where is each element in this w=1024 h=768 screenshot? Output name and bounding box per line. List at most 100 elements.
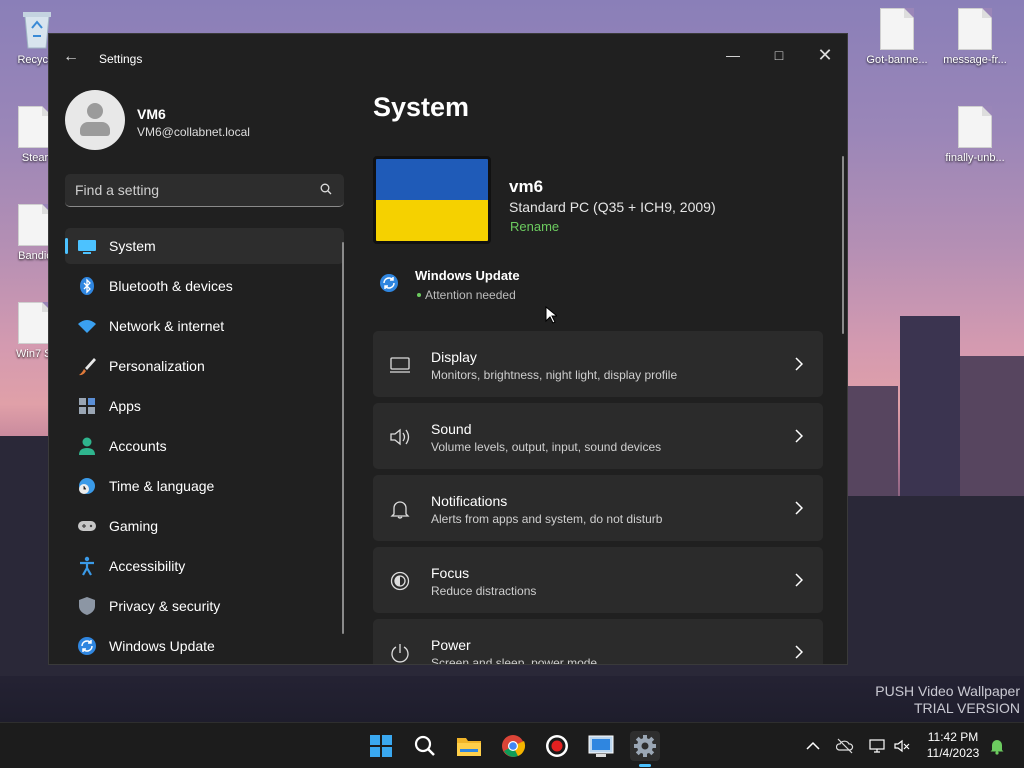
windows-update-title: Windows Update (415, 268, 520, 283)
sidebar-item-label: Gaming (109, 518, 159, 534)
sidebar-item-accounts[interactable]: Accounts (65, 428, 344, 464)
chevron-right-icon (795, 429, 803, 443)
settings-gear-icon (634, 735, 656, 757)
watermark-line: TRIAL VERSION (913, 700, 1020, 716)
start-icon (370, 735, 392, 757)
chevron-right-icon (795, 573, 803, 587)
sidebar-item-label: Personalization (109, 358, 205, 374)
network-icon[interactable] (868, 737, 886, 755)
notifications-card[interactable]: Notifications Alerts from apps and syste… (373, 475, 823, 541)
start-button[interactable] (366, 731, 396, 761)
clock-date: 11/4/2023 (926, 746, 980, 760)
avatar (65, 90, 125, 150)
device-wallpaper-thumbnail (373, 156, 491, 244)
bluetooth-icon (80, 277, 94, 295)
shortcut-icon (18, 204, 52, 246)
record-icon (546, 735, 568, 757)
file-icon (880, 8, 914, 50)
sidebar-item-system[interactable]: System (65, 228, 344, 264)
sidebar-item-label: Accessibility (109, 558, 186, 574)
brush-icon (79, 358, 96, 376)
sidebar-item-label: Bluetooth & devices (109, 278, 233, 294)
speaker-icon (390, 428, 410, 446)
card-subtitle: Monitors, brightness, night light, displ… (431, 368, 678, 382)
windows-update-status[interactable]: Windows Update Attention needed (379, 266, 599, 306)
content-scrollbar[interactable] (842, 156, 844, 334)
onedrive-offline-icon[interactable] (836, 737, 854, 755)
remote-desktop-button[interactable] (586, 731, 616, 761)
file-explorer-button[interactable] (454, 731, 484, 761)
update-icon (78, 637, 96, 655)
power-card[interactable]: Power Screen and sleep, power mode (373, 619, 823, 665)
display-icon (390, 357, 410, 373)
sound-card[interactable]: Sound Volume levels, output, input, soun… (373, 403, 823, 469)
file-icon (958, 8, 992, 50)
desktop-icon-file[interactable]: Got-banne... (862, 8, 932, 66)
wallpaper-watermark: PUSH Video Wallpaper TRIAL VERSION (875, 683, 1020, 717)
sidebar-item-network[interactable]: Network & internet (65, 308, 344, 344)
sidebar-nav: System Bluetooth & devices Network & int… (65, 228, 344, 664)
sidebar-item-windows-update[interactable]: Windows Update (65, 628, 344, 664)
sidebar-item-label: Time & language (109, 478, 215, 494)
main-content: System vm6 Standard PC (Q35 + ICH9, 2009… (373, 34, 847, 665)
sidebar-item-privacy-security[interactable]: Privacy & security (65, 588, 344, 624)
sidebar-item-label: Accounts (109, 438, 167, 454)
sidebar-scrollbar[interactable] (342, 242, 344, 634)
chevron-up-icon[interactable] (804, 737, 822, 755)
sidebar-item-time-language[interactable]: Time & language (65, 468, 344, 504)
card-title: Display (431, 349, 477, 365)
search-box[interactable] (65, 174, 344, 207)
sidebar-item-bluetooth[interactable]: Bluetooth & devices (65, 268, 344, 304)
rename-link[interactable]: Rename (510, 219, 559, 234)
taskbar-search-button[interactable] (410, 731, 440, 761)
focus-card[interactable]: Focus Reduce distractions (373, 547, 823, 613)
window-title: Settings (99, 52, 143, 66)
sidebar-item-label: Apps (109, 398, 141, 414)
chevron-right-icon (795, 357, 803, 371)
system-icon (78, 240, 96, 254)
gamepad-icon (78, 521, 96, 531)
taskbar: 11:42 PM 11/4/2023 (0, 722, 1024, 768)
sidebar-item-accessibility[interactable]: Accessibility (65, 548, 344, 584)
shortcut-icon (18, 302, 52, 344)
chevron-right-icon (795, 645, 803, 659)
accessibility-icon (80, 556, 94, 576)
system-clock[interactable]: 11:42 PM 11/4/2023 (918, 729, 988, 761)
card-subtitle: Screen and sleep, power mode (431, 656, 598, 665)
sidebar-item-personalization[interactable]: Personalization (65, 348, 344, 384)
settings-window: ← Settings — □ ✕ VM6 VM6@collabnet.local… (48, 33, 848, 665)
shield-icon (79, 597, 95, 615)
sidebar-item-label: Privacy & security (109, 598, 221, 614)
card-title: Focus (431, 565, 470, 581)
sidebar-item-gaming[interactable]: Gaming (65, 508, 344, 544)
account-email: VM6@collabnet.local (137, 125, 250, 139)
settings-taskbar-button[interactable] (630, 731, 660, 767)
sidebar-item-label: Windows Update (109, 638, 215, 654)
search-input[interactable] (75, 174, 315, 206)
display-card[interactable]: Display Monitors, brightness, night ligh… (373, 331, 823, 397)
page-title: System (373, 92, 470, 122)
record-button[interactable] (542, 731, 572, 761)
card-title: Sound (431, 421, 472, 437)
notification-bell-icon[interactable] (988, 737, 1006, 755)
card-subtitle: Alerts from apps and system, do not dist… (431, 512, 663, 526)
chrome-button[interactable] (498, 731, 528, 761)
back-arrow-icon[interactable]: ← (63, 48, 79, 66)
device-model: Standard PC (Q35 + ICH9, 2009) (509, 199, 716, 215)
sidebar-item-apps[interactable]: Apps (65, 388, 344, 424)
chrome-icon (502, 735, 526, 757)
shortcut-icon (18, 106, 52, 148)
file-explorer-icon (457, 738, 481, 756)
file-icon (958, 106, 992, 148)
desktop-icon-file[interactable]: message-fr... (940, 8, 1010, 66)
sidebar-item-label: Network & internet (109, 318, 225, 334)
search-icon[interactable] (320, 183, 332, 195)
desktop-icon-file[interactable]: finally-unb... (940, 106, 1010, 164)
power-icon (391, 644, 409, 663)
desktop-icon-label: finally-unb... (945, 152, 1005, 164)
search-icon (414, 735, 435, 756)
card-title: Power (431, 637, 471, 653)
volume-muted-icon[interactable] (893, 737, 911, 755)
bell-icon (390, 501, 410, 519)
desktop-icon-label: Got-banne... (866, 54, 928, 66)
